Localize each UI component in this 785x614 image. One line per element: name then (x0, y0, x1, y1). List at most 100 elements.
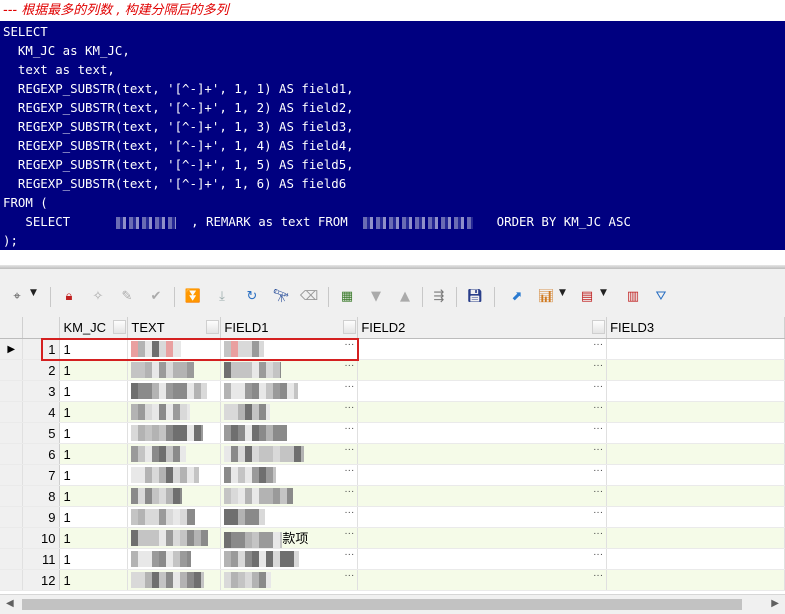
column-header-field1[interactable]: FIELD1 (220, 317, 359, 339)
ellipsis-icon[interactable]: ··· (593, 486, 603, 498)
cell-field3[interactable] (606, 506, 785, 528)
cell-field2[interactable]: ··· (357, 506, 608, 528)
ellipsis-icon[interactable]: ··· (593, 360, 603, 372)
cell-text[interactable] (127, 569, 222, 591)
cell-field1[interactable]: ··· (220, 485, 359, 507)
ellipsis-icon[interactable]: ··· (344, 465, 354, 477)
cell-field2[interactable]: ··· (357, 359, 608, 381)
row-marker[interactable] (0, 569, 24, 591)
lock-icon[interactable]: 🔒︎ (60, 287, 78, 305)
single-record-icon[interactable]: ▥ (624, 287, 642, 305)
row-marker[interactable] (0, 359, 24, 381)
row-number[interactable]: 9 (22, 506, 61, 528)
cell-text[interactable] (127, 443, 222, 465)
sql-editor[interactable]: SELECT KM_JC as KM_JC, text as text, REG… (0, 21, 785, 250)
row-number[interactable]: 7 (22, 464, 61, 486)
cell-km-jc[interactable]: 1 (59, 569, 129, 591)
table-row[interactable]: 11 1 ··· ··· (0, 548, 785, 570)
sort-indicator[interactable] (343, 320, 357, 334)
cell-field1[interactable]: ··· (220, 548, 359, 570)
cell-field3[interactable] (606, 569, 785, 591)
row-marker[interactable] (0, 485, 24, 507)
row-marker[interactable] (0, 380, 24, 402)
cell-field2[interactable]: ··· (357, 401, 608, 423)
post-icon[interactable]: ✔ (147, 287, 165, 305)
ellipsis-icon[interactable]: ··· (344, 444, 354, 456)
row-marker[interactable] (0, 443, 24, 465)
cell-field3[interactable] (606, 485, 785, 507)
ellipsis-icon[interactable]: ··· (593, 444, 603, 456)
cell-field3[interactable] (606, 338, 785, 360)
cell-field3[interactable] (606, 464, 785, 486)
cell-field1[interactable]: ··· (220, 464, 359, 486)
row-number[interactable]: 8 (22, 485, 61, 507)
cell-text[interactable] (127, 359, 222, 381)
row-marker[interactable] (0, 506, 24, 528)
cell-field2[interactable]: ··· (357, 422, 608, 444)
save-icon[interactable]: 💾︎ (466, 287, 484, 305)
cell-field3[interactable] (606, 380, 785, 402)
ellipsis-icon[interactable]: ··· (593, 465, 603, 477)
row-number[interactable]: 1 (22, 338, 61, 360)
cell-field1[interactable]: 款项 ··· (220, 527, 359, 549)
cell-text[interactable] (127, 485, 222, 507)
row-marker[interactable]: ▶ (0, 338, 24, 360)
cell-field2[interactable]: ··· (357, 527, 608, 549)
cell-text[interactable] (127, 506, 222, 528)
cell-text[interactable] (127, 548, 222, 570)
row-number[interactable]: 2 (22, 359, 61, 381)
fetch-last-icon[interactable]: ⤓ (213, 287, 231, 305)
row-number[interactable]: 5 (22, 422, 61, 444)
ellipsis-icon[interactable]: ··· (344, 360, 354, 372)
ellipsis-icon[interactable]: ··· (593, 528, 603, 540)
cell-km-jc[interactable]: 1 (59, 443, 129, 465)
row-number[interactable]: 11 (22, 548, 61, 570)
filter-up-icon[interactable]: ▲ (396, 287, 414, 305)
cell-field3[interactable] (606, 422, 785, 444)
table-row[interactable]: ▶ 1 1 ··· ··· (0, 338, 785, 360)
ellipsis-icon[interactable]: ··· (344, 570, 354, 582)
cell-km-jc[interactable]: 1 (59, 401, 129, 423)
cell-field2[interactable]: ··· (357, 464, 608, 486)
cell-field2[interactable]: ··· (357, 548, 608, 570)
ellipsis-icon[interactable]: ··· (344, 549, 354, 561)
table-row[interactable]: 12 1 ··· ··· (0, 569, 785, 591)
result-grid[interactable]: KM_JC TEXT FIELD1 FIELD2 FIELD3 ▶ 1 1 ··· ··… (0, 317, 785, 594)
scroll-right-icon[interactable]: ▶ (771, 598, 779, 609)
cell-km-jc[interactable]: 1 (59, 359, 129, 381)
cell-km-jc[interactable]: 1 (59, 485, 129, 507)
table-row[interactable]: 5 1 ··· ··· (0, 422, 785, 444)
cell-km-jc[interactable]: 1 (59, 338, 129, 360)
query-by-example-icon[interactable]: ▦ (338, 287, 356, 305)
cell-field1[interactable]: ··· (220, 380, 359, 402)
column-header-field3[interactable]: FIELD3 (606, 317, 785, 339)
cell-field1[interactable]: ··· (220, 422, 359, 444)
table-row[interactable]: 9 1 ··· ··· (0, 506, 785, 528)
ellipsis-icon[interactable]: ··· (344, 486, 354, 498)
cell-km-jc[interactable]: 1 (59, 380, 129, 402)
cell-field2[interactable]: ··· (357, 338, 608, 360)
table-row[interactable]: 8 1 ··· ··· (0, 485, 785, 507)
table-row[interactable]: 7 1 ··· ··· (0, 464, 785, 486)
ellipsis-icon[interactable]: ··· (593, 339, 603, 351)
ellipsis-icon[interactable]: ··· (593, 570, 603, 582)
cell-field1[interactable]: ··· (220, 359, 359, 381)
table-row[interactable]: 4 1 ··· ··· (0, 401, 785, 423)
cell-text[interactable] (127, 338, 222, 360)
table-row[interactable]: 3 1 ··· ··· (0, 380, 785, 402)
row-marker[interactable] (0, 401, 24, 423)
scrollbar-thumb[interactable] (22, 599, 742, 610)
horizontal-scrollbar[interactable]: ◀ ▶ (0, 594, 785, 614)
column-header-km-jc[interactable]: KM_JC (59, 317, 129, 339)
cell-field2[interactable]: ··· (357, 485, 608, 507)
link-icon[interactable]: ⇶ (430, 287, 448, 305)
ellipsis-icon[interactable]: ··· (344, 381, 354, 393)
cell-field1[interactable]: ··· (220, 443, 359, 465)
row-number[interactable]: 3 (22, 380, 61, 402)
cell-km-jc[interactable]: 1 (59, 422, 129, 444)
sort-indicator[interactable] (592, 320, 606, 334)
row-number[interactable]: 12 (22, 569, 61, 591)
ellipsis-icon[interactable]: ··· (344, 402, 354, 414)
cell-text[interactable] (127, 422, 222, 444)
table-row[interactable]: 10 1 款项 ··· ··· (0, 527, 785, 549)
